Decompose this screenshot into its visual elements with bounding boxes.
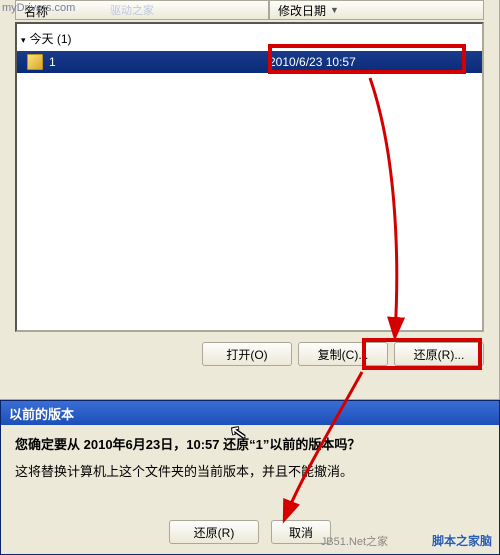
q-datetime: 2010年6月23日，10:57 xyxy=(84,437,220,452)
group-header-today[interactable]: ▾ 今天 (1) xyxy=(17,24,482,51)
action-buttons-row: 打开(O) 复制(C)... 还原(R)... xyxy=(15,342,484,370)
dialog-restore-button[interactable]: 还原(R) xyxy=(169,520,259,544)
open-button[interactable]: 打开(O) xyxy=(202,342,292,366)
sort-descending-icon: ▼ xyxy=(330,5,339,15)
watermark-bottom-right: 脚本之家脑 xyxy=(432,532,492,549)
dialog-titlebar: 以前的版本 xyxy=(1,401,499,425)
watermark-top-left: myDrivers.com xyxy=(2,2,75,14)
list-column-headers: 名称 修改日期 ▼ xyxy=(15,0,484,20)
item-name: 1 xyxy=(49,55,269,69)
dialog-body: 您确定要从 2010年6月23日，10:57 还原“1”以前的版本吗？ 这将替换… xyxy=(1,425,499,487)
list-item[interactable]: 1 2010/6/23 10:57 xyxy=(17,51,482,73)
dialog-warning-text: 这将替换计算机上这个文件夹的当前版本，并且不能撤消。 xyxy=(15,462,485,483)
confirm-restore-dialog: 以前的版本 您确定要从 2010年6月23日，10:57 还原“1”以前的版本吗… xyxy=(0,400,500,555)
collapse-triangle-icon: ▾ xyxy=(21,35,26,45)
q-suffix: ”以前的版本吗？ xyxy=(263,437,361,452)
watermark-top-left-cn: 驱动之家 xyxy=(110,2,154,18)
q-prefix: 您确定要从 xyxy=(15,437,84,452)
watermark-bottom-small: JB51.Net之家 xyxy=(321,533,388,549)
folder-icon xyxy=(27,54,43,70)
column-header-date[interactable]: 修改日期 ▼ xyxy=(269,0,484,20)
restore-button[interactable]: 还原(R)... xyxy=(394,342,484,366)
group-label: 今天 (1) xyxy=(30,32,72,46)
dialog-question: 您确定要从 2010年6月23日，10:57 还原“1”以前的版本吗？ xyxy=(15,435,485,456)
q-item: 1 xyxy=(256,437,263,452)
item-date: 2010/6/23 10:57 xyxy=(269,55,482,69)
previous-versions-panel: 名称 修改日期 ▼ ▾ 今天 (1) 1 2010/6/23 10:57 打开(O… xyxy=(0,0,500,400)
versions-listbox[interactable]: ▾ 今天 (1) 1 2010/6/23 10:57 xyxy=(15,22,484,332)
copy-button[interactable]: 复制(C)... xyxy=(298,342,388,366)
column-header-date-label: 修改日期 xyxy=(278,2,326,19)
dialog-button-row: 还原(R) 取消 xyxy=(1,520,499,544)
